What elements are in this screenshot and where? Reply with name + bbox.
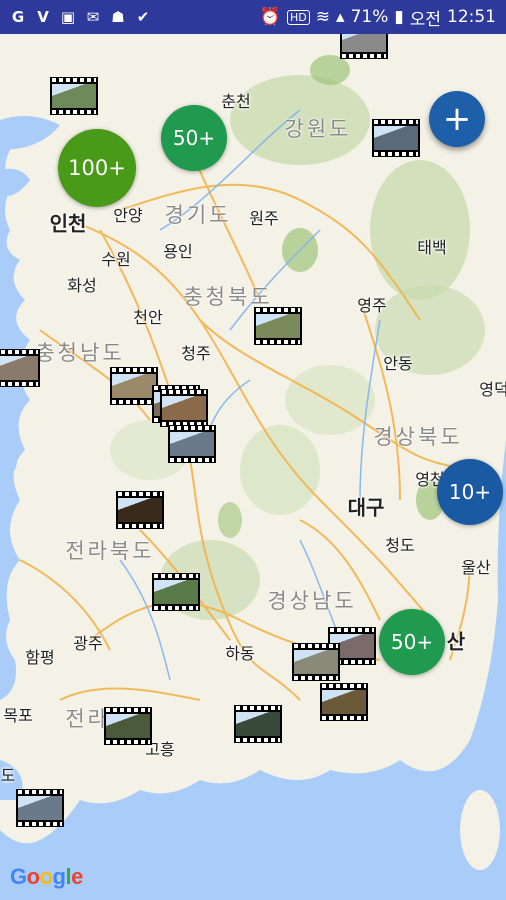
photo-thumbnail [162,396,206,420]
photo-thumbnail [322,690,366,714]
city-label: 영덕 [479,380,506,399]
photo-thumbnail [294,650,338,674]
photo-marker[interactable] [372,119,420,157]
city-label: 산 [446,629,466,654]
city-label: 함평 [25,648,55,667]
photo-thumbnail [106,714,150,738]
image-icon: ▣ [60,8,76,26]
photo-marker[interactable] [0,349,40,387]
mail-icon: ✉ [86,8,100,26]
photo-thumbnail [374,126,418,150]
city-label: 안양 [113,206,143,225]
photo-thumbnail [0,356,38,380]
city-label: 춘천 [221,92,251,111]
province-label: 전라북도 [65,539,155,563]
android-icon: ☗ [111,8,125,26]
city-label: 수원 [101,250,131,269]
photo-marker[interactable] [104,707,152,745]
photo-marker[interactable] [168,425,216,463]
time-text: 12:51 [447,7,496,27]
city-label: 태백 [417,238,447,257]
province-label: 충청남도 [35,341,125,365]
photo-thumbnail [18,796,62,820]
photo-marker[interactable] [254,307,302,345]
plus-icon: + [442,99,472,139]
cluster-marker[interactable]: 50+ [379,609,445,675]
city-label: 도 [0,766,16,785]
photo-thumbnail [256,314,300,338]
battery-icon: ▮ [394,7,404,27]
city-label: 목포 [3,706,33,725]
app-v-icon: V [37,8,49,26]
photo-marker[interactable] [116,491,164,529]
city-label: 화성 [67,276,97,295]
wifi-icon: ≋ [315,7,331,27]
city-label: 대구 [347,495,385,520]
city-label: 청주 [181,344,211,363]
battery-percent: 71% [350,7,389,27]
province-label: 경상남도 [267,589,357,613]
hd-badge: HD [287,9,310,25]
notification-icons: G V ▣ ✉ ☗ ✔ [0,8,152,26]
photo-thumbnail [112,374,156,398]
photo-thumbnail [342,34,386,52]
app-g-icon: G [11,8,25,26]
photo-marker[interactable] [110,367,158,405]
signal-icon: ▴ [336,7,345,27]
photo-marker[interactable] [234,705,282,743]
photo-thumbnail [118,498,162,522]
city-label: 인천 [49,211,87,236]
city-label: 울산 [461,558,491,577]
city-label: 안동 [383,354,413,373]
photo-thumbnail [52,84,96,108]
city-label: 광주 [73,634,103,653]
photo-marker[interactable] [320,683,368,721]
cluster-marker[interactable]: 50+ [161,105,227,171]
status-bar: G V ▣ ✉ ☗ ✔ ⏰ HD ≋ ▴ 71% ▮ 오전 12:51 [0,0,506,34]
system-icons: ⏰ HD ≋ ▴ 71% ▮ 오전 12:51 [260,5,506,30]
photo-thumbnail [170,432,214,456]
province-label: 경상북도 [373,425,463,449]
add-fab-button[interactable]: + [429,91,485,147]
cluster-marker[interactable]: 100+ [58,129,136,207]
alarm-icon: ⏰ [259,7,282,27]
city-label: 원주 [249,209,279,228]
clipboard-check-icon: ✔ [136,8,150,26]
google-logo: Google [10,864,83,889]
photo-thumbnail [154,580,198,604]
photo-marker[interactable] [340,34,388,59]
map-view[interactable]: 강원도경기도충청북도충청남도경상북도전라북도경상남도전라남도춘천인천안양원주수원… [0,34,506,900]
cluster-marker[interactable]: 10+ [437,459,503,525]
city-label: 천안 [133,308,163,327]
photo-marker[interactable] [50,77,98,115]
photo-marker[interactable] [16,789,64,827]
province-label: 경기도 [164,203,232,227]
province-label: 강원도 [284,117,352,141]
photo-marker[interactable] [160,389,208,427]
city-label: 영주 [357,296,387,315]
photo-marker[interactable] [152,573,200,611]
time-ampm: 오전 [409,9,441,30]
photo-thumbnail [236,712,280,736]
city-label: 청도 [385,536,415,555]
city-label: 용인 [163,242,193,261]
photo-marker[interactable] [292,643,340,681]
city-label: 하동 [225,644,255,663]
